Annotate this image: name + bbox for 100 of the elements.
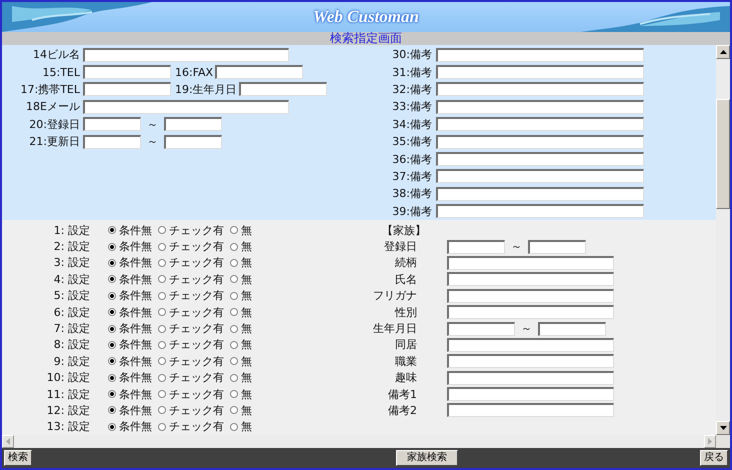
text-field[interactable]: [436, 152, 644, 166]
text-field[interactable]: [436, 65, 644, 80]
text-field[interactable]: [436, 204, 644, 218]
radio-button[interactable]: [158, 226, 166, 234]
text-field[interactable]: [436, 82, 644, 96]
date-field[interactable]: [164, 117, 222, 132]
radio-option[interactable]: 条件無: [108, 386, 152, 402]
radio-button[interactable]: [108, 324, 116, 333]
radio-button[interactable]: [108, 308, 116, 316]
radio-option[interactable]: 無: [230, 419, 252, 434]
radio-button[interactable]: [158, 258, 166, 267]
radio-option[interactable]: 条件無: [108, 288, 152, 304]
radio-button[interactable]: [230, 292, 238, 300]
radio-button[interactable]: [230, 275, 238, 284]
text-field[interactable]: [83, 48, 289, 62]
radio-button[interactable]: [158, 324, 166, 333]
date-field[interactable]: [83, 117, 141, 132]
date-field[interactable]: [447, 240, 505, 254]
radio-option[interactable]: チェック有: [158, 222, 224, 238]
radio-option[interactable]: 無: [230, 386, 252, 402]
radio-option[interactable]: 条件無: [108, 419, 152, 434]
radio-option[interactable]: チェック有: [158, 419, 224, 434]
radio-button[interactable]: [230, 242, 238, 251]
text-field[interactable]: [447, 370, 614, 385]
radio-button[interactable]: [108, 242, 116, 251]
radio-button[interactable]: [158, 275, 166, 284]
radio-button[interactable]: [108, 275, 116, 284]
scroll-up-button[interactable]: [716, 45, 730, 59]
text-field[interactable]: [447, 354, 614, 368]
text-field[interactable]: [83, 65, 171, 80]
radio-button[interactable]: [108, 406, 116, 414]
text-field[interactable]: [436, 100, 644, 114]
text-field[interactable]: [436, 134, 644, 149]
radio-button[interactable]: [108, 357, 116, 366]
text-field[interactable]: [436, 48, 644, 62]
radio-button[interactable]: [108, 258, 116, 267]
radio-button[interactable]: [230, 324, 238, 333]
scroll-down-button[interactable]: [716, 421, 730, 435]
radio-option[interactable]: 無: [230, 337, 252, 352]
text-field[interactable]: [447, 403, 614, 418]
radio-option[interactable]: 条件無: [108, 255, 152, 270]
radio-button[interactable]: [230, 258, 238, 267]
radio-button[interactable]: [158, 308, 166, 316]
radio-button[interactable]: [230, 308, 238, 316]
text-field[interactable]: [447, 256, 614, 270]
radio-button[interactable]: [108, 340, 116, 349]
text-field[interactable]: [436, 186, 644, 201]
radio-option[interactable]: 条件無: [108, 222, 152, 238]
radio-option[interactable]: 条件無: [108, 272, 152, 287]
radio-button[interactable]: [158, 422, 166, 431]
text-field[interactable]: [447, 338, 614, 352]
radio-option[interactable]: 条件無: [108, 304, 152, 320]
radio-option[interactable]: 条件無: [108, 402, 152, 418]
date-field[interactable]: [83, 134, 141, 149]
date-field[interactable]: [164, 134, 222, 149]
scroll-left-button[interactable]: [2, 435, 14, 448]
text-field[interactable]: [83, 82, 171, 96]
radio-button[interactable]: [108, 292, 116, 300]
back-button[interactable]: 戻る: [700, 450, 728, 466]
vertical-scrollbar[interactable]: [716, 45, 730, 435]
radio-button[interactable]: [158, 406, 166, 414]
date-field[interactable]: [538, 322, 606, 336]
family-search-button[interactable]: 家族検索: [396, 450, 458, 466]
radio-option[interactable]: チェック有: [158, 321, 224, 336]
date-field[interactable]: [447, 322, 515, 336]
radio-option[interactable]: 無: [230, 321, 252, 336]
radio-option[interactable]: 条件無: [108, 354, 152, 369]
radio-option[interactable]: 無: [230, 402, 252, 418]
radio-button[interactable]: [158, 374, 166, 382]
radio-button[interactable]: [230, 374, 238, 382]
radio-button[interactable]: [230, 357, 238, 366]
radio-option[interactable]: 条件無: [108, 337, 152, 352]
radio-option[interactable]: チェック有: [158, 386, 224, 402]
text-field[interactable]: [238, 82, 327, 96]
radio-button[interactable]: [230, 226, 238, 234]
radio-option[interactable]: チェック有: [158, 304, 224, 320]
radio-option[interactable]: 条件無: [108, 321, 152, 336]
text-field[interactable]: [447, 272, 614, 286]
radio-button[interactable]: [158, 390, 166, 398]
radio-button[interactable]: [158, 242, 166, 251]
radio-button[interactable]: [108, 390, 116, 398]
radio-option[interactable]: チェック有: [158, 370, 224, 386]
radio-option[interactable]: チェック有: [158, 239, 224, 254]
radio-option[interactable]: チェック有: [158, 272, 224, 287]
radio-button[interactable]: [230, 390, 238, 398]
radio-button[interactable]: [108, 374, 116, 382]
text-field[interactable]: [215, 65, 304, 80]
radio-option[interactable]: チェック有: [158, 354, 224, 369]
radio-option[interactable]: 無: [230, 272, 252, 287]
radio-button[interactable]: [230, 406, 238, 414]
radio-option[interactable]: 無: [230, 222, 252, 238]
radio-button[interactable]: [158, 357, 166, 366]
radio-option[interactable]: チェック有: [158, 255, 224, 270]
radio-option[interactable]: 無: [230, 255, 252, 270]
radio-option[interactable]: 無: [230, 288, 252, 304]
radio-button[interactable]: [230, 340, 238, 349]
radio-button[interactable]: [158, 340, 166, 349]
scrollbar-thumb[interactable]: [716, 99, 730, 209]
radio-option[interactable]: チェック有: [158, 288, 224, 304]
search-button[interactable]: 検索: [4, 450, 32, 466]
